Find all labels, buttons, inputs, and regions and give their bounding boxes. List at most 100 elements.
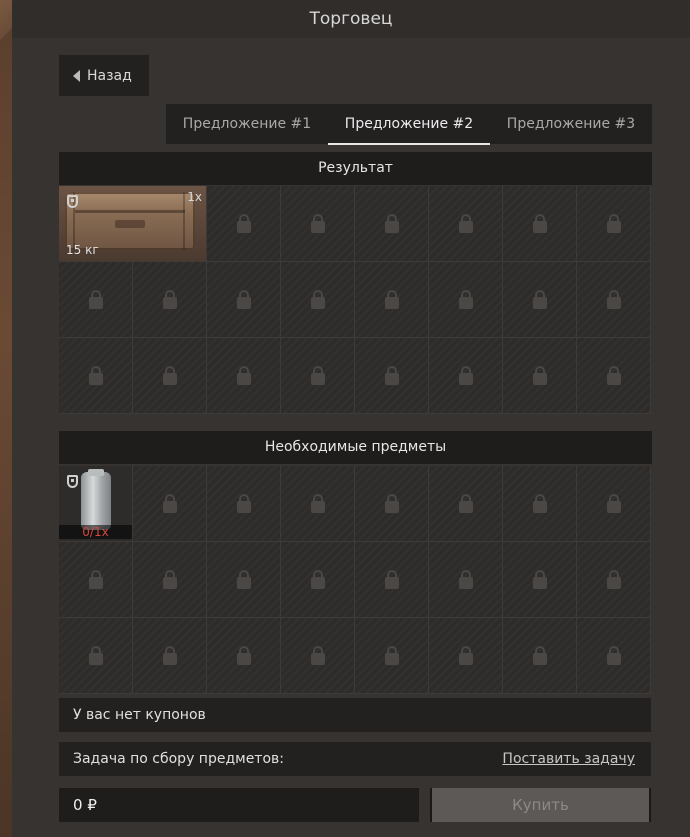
lock-icon — [162, 645, 177, 665]
required-item-count: 0/1x — [59, 525, 132, 539]
buy-button-right-cap — [643, 788, 651, 822]
lock-icon — [236, 365, 251, 385]
locked-slot — [577, 466, 651, 542]
locked-slot — [503, 338, 577, 414]
lock-icon — [606, 365, 621, 385]
buy-button-left-cap — [430, 788, 438, 822]
back-button-label: Назад — [87, 67, 132, 84]
tab-offer-2[interactable]: Предложение #2 — [328, 104, 490, 145]
locked-slot — [355, 466, 429, 542]
locked-slot — [133, 466, 207, 542]
result-item-weight: 15 кг — [66, 243, 99, 257]
arrow-left-icon — [73, 69, 80, 82]
lock-icon — [236, 569, 251, 589]
locked-slot — [207, 186, 281, 262]
buy-button-label: Купить — [512, 796, 569, 814]
locked-slot — [429, 262, 503, 338]
locked-slot — [281, 466, 355, 542]
locked-slot — [503, 618, 577, 694]
locked-slot — [355, 338, 429, 414]
locked-slot — [503, 186, 577, 262]
lock-icon — [458, 289, 473, 309]
locked-slot — [355, 186, 429, 262]
locked-slot — [577, 338, 651, 414]
locked-slot — [207, 466, 281, 542]
lock-icon — [88, 645, 103, 665]
lock-icon — [310, 365, 325, 385]
locked-slot — [207, 542, 281, 618]
locked-slot — [355, 618, 429, 694]
lock-icon — [606, 213, 621, 233]
currency-symbol: ₽ — [87, 796, 97, 814]
lock-icon — [532, 645, 547, 665]
locked-slot — [133, 542, 207, 618]
locked-slot — [281, 262, 355, 338]
locked-slot — [207, 262, 281, 338]
shield-icon — [67, 195, 78, 208]
set-task-link[interactable]: Поставить задачу — [502, 742, 635, 776]
tab-offer-1[interactable]: Предложение #1 — [166, 104, 328, 144]
lock-icon — [88, 289, 103, 309]
lock-icon — [606, 493, 621, 513]
lock-icon — [88, 365, 103, 385]
lock-icon — [606, 289, 621, 309]
locked-slot — [281, 542, 355, 618]
locked-slot — [133, 618, 207, 694]
lock-icon — [162, 569, 177, 589]
lock-icon — [384, 569, 399, 589]
lock-icon — [162, 493, 177, 513]
coupons-text: У вас нет купонов — [73, 707, 206, 723]
lock-icon — [458, 365, 473, 385]
locked-slot — [133, 262, 207, 338]
locked-slot — [59, 262, 133, 338]
locked-slot — [281, 618, 355, 694]
task-label: Задача по сбору предметов: — [73, 751, 284, 767]
lock-icon — [458, 213, 473, 233]
locked-slot — [429, 338, 503, 414]
lock-icon — [310, 289, 325, 309]
result-header: Результат — [59, 152, 652, 185]
coupons-info: У вас нет купонов — [59, 698, 651, 732]
price-value: 0 — [73, 796, 83, 814]
locked-slot — [355, 542, 429, 618]
locked-slot — [59, 338, 133, 414]
lock-icon — [236, 645, 251, 665]
buy-button[interactable]: Купить — [430, 788, 651, 822]
lock-icon — [532, 365, 547, 385]
lock-icon — [458, 569, 473, 589]
lock-icon — [532, 289, 547, 309]
lock-icon — [384, 213, 399, 233]
back-button[interactable]: Назад — [59, 55, 149, 96]
lock-icon — [532, 569, 547, 589]
lock-icon — [88, 569, 103, 589]
locked-slot — [429, 618, 503, 694]
tab-offer-3[interactable]: Предложение #3 — [490, 104, 652, 144]
offer-tabs: Предложение #1 Предложение #2 Предложени… — [166, 104, 652, 145]
required-item-slot[interactable]: 0/1x — [59, 466, 133, 542]
locked-slot — [577, 618, 651, 694]
lock-icon — [162, 365, 177, 385]
locked-slot — [59, 542, 133, 618]
locked-slot — [503, 262, 577, 338]
locked-slot — [577, 262, 651, 338]
lock-icon — [236, 493, 251, 513]
price-field: 0 ₽ — [59, 788, 419, 822]
locked-slot — [577, 186, 651, 262]
lock-icon — [384, 493, 399, 513]
lock-icon — [606, 569, 621, 589]
task-row: Задача по сбору предметов: Поставить зад… — [59, 742, 651, 776]
lock-icon — [532, 213, 547, 233]
result-item-count: 1x — [187, 190, 202, 204]
lock-icon — [458, 645, 473, 665]
lock-icon — [236, 289, 251, 309]
locked-slot — [281, 338, 355, 414]
locked-slot — [429, 466, 503, 542]
locked-slot — [59, 618, 133, 694]
background-wall — [0, 0, 12, 837]
result-item-slot[interactable]: 1x 15 кг — [59, 186, 207, 262]
lock-icon — [310, 645, 325, 665]
lock-icon — [384, 645, 399, 665]
locked-slot — [429, 186, 503, 262]
locked-slot — [207, 338, 281, 414]
locked-slot — [281, 186, 355, 262]
